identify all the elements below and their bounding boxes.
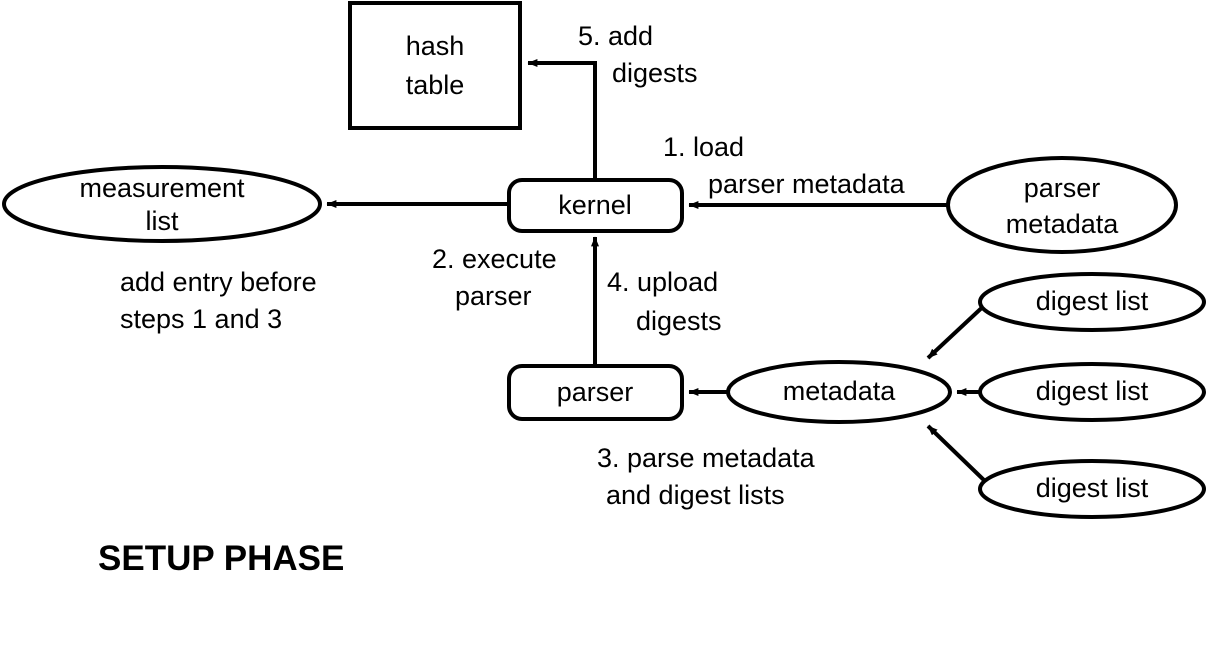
label-step-1: 1. load parser metadata [663,132,906,199]
step-4-line2: digests [636,306,722,336]
hash-table-label-line1: hash [406,31,465,61]
node-metadata[interactable]: metadata [726,360,952,424]
edge-digest-list-1-to-metadata [926,300,990,360]
measurement-list-label-line1: measurement [79,173,245,203]
parser-label: parser [557,377,634,407]
measurement-list-label-line2: list [146,206,179,236]
kernel-label: kernel [558,190,632,220]
step-5-line1: 5. add [578,21,653,51]
node-digest-list-3[interactable]: digest list [978,459,1206,519]
label-step-4: 4. upload digests [607,267,722,336]
parser-metadata-label-line2: metadata [1006,209,1120,239]
digest-list-1-label: digest list [1036,286,1149,316]
step-3-line1: 3. parse metadata [597,443,816,473]
measurement-note-line1: add entry before [120,267,317,297]
edge-kernel-to-hash-table [527,59,597,180]
metadata-label: metadata [783,376,897,406]
step-2-line1: 2. execute [432,244,557,274]
step-1-line2: parser metadata [708,169,906,199]
node-digest-list-1[interactable]: digest list [978,272,1206,332]
label-step-2: 2. execute parser [432,244,557,311]
step-3-line2: and digest lists [606,480,785,510]
hash-table-label-line2: table [406,70,465,100]
hash-table-box [348,1,522,130]
step-4-line1: 4. upload [607,267,718,297]
phase-title: SETUP PHASE [98,539,344,578]
setup-phase-diagram: hash table kernel measurement list parse… [2,1,1206,578]
label-measurement-note: add entry before steps 1 and 3 [120,267,317,334]
step-5-line2: digests [612,58,698,88]
node-hash-table[interactable]: hash table [348,1,522,130]
diagram-canvas: hash table kernel measurement list parse… [0,0,1206,648]
node-kernel[interactable]: kernel [507,178,684,233]
label-step-3: 3. parse metadata and digest lists [597,443,816,510]
parser-metadata-label-line1: parser [1024,173,1101,203]
node-parser[interactable]: parser [507,364,684,421]
digest-list-3-label: digest list [1036,473,1149,503]
digest-list-2-label: digest list [1036,376,1149,406]
step-2-line2: parser [455,281,532,311]
node-digest-list-2[interactable]: digest list [978,362,1206,422]
measurement-note-line2: steps 1 and 3 [120,304,282,334]
node-parser-metadata[interactable]: parser metadata [946,156,1178,254]
edge-digest-list-3-to-metadata [926,424,990,486]
node-measurement-list[interactable]: measurement list [2,165,322,243]
step-1-line1: 1. load [663,132,744,162]
